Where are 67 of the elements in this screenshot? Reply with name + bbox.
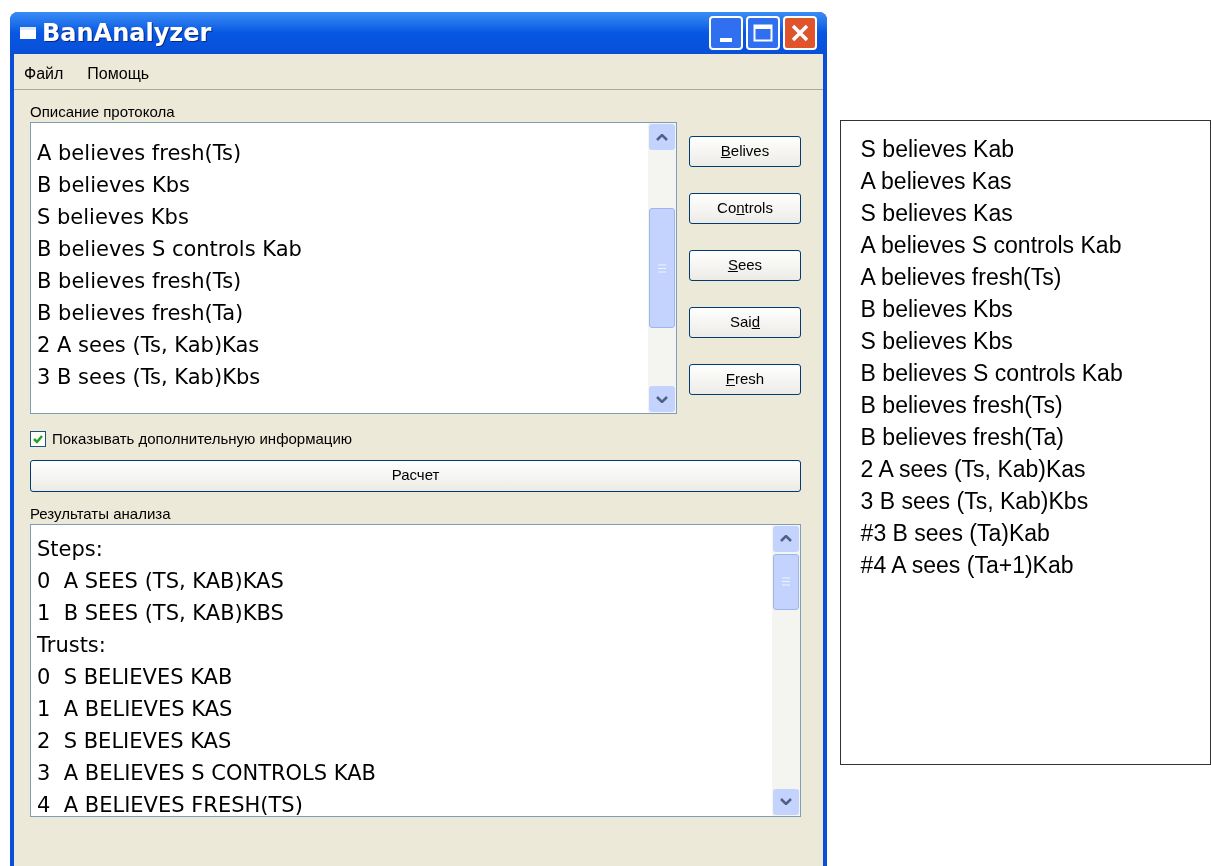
checkbox[interactable] bbox=[30, 431, 46, 448]
list-item[interactable]: B believes fresh(Ta) bbox=[37, 297, 648, 329]
list-item[interactable]: 2 A sees (Ts, Kab)Kas bbox=[37, 329, 648, 361]
menu-item[interactable]: Файл bbox=[24, 61, 64, 86]
action-button[interactable]: Controls bbox=[689, 193, 801, 224]
action-button[interactable]: Said bbox=[689, 307, 801, 338]
window-title: BanAnalyzer bbox=[42, 18, 212, 49]
checkbox-label: Показывать дополнительную информацию bbox=[52, 429, 353, 449]
chevron-down-icon bbox=[656, 395, 668, 403]
scroll-down-button[interactable] bbox=[773, 788, 799, 815]
text-line: B believes S controls Kab bbox=[860, 359, 1124, 388]
text-line: S believes Kas bbox=[860, 199, 1014, 228]
scrollbar[interactable] bbox=[772, 524, 800, 816]
result-line: 4 A BELIEVES FRESH(TS) bbox=[37, 791, 304, 816]
close-icon bbox=[789, 23, 810, 43]
list-item[interactable]: A believes fresh(Ts) bbox=[37, 137, 648, 169]
text-line: B believes fresh(Ta) bbox=[860, 423, 1065, 452]
text-line: B believes fresh(Ts) bbox=[860, 391, 1064, 420]
scroll-down-button[interactable] bbox=[649, 386, 675, 412]
scroll-up-button[interactable] bbox=[773, 525, 799, 552]
text-line: #3 B sees (Ta)Kab bbox=[860, 519, 1051, 548]
text-line: #4 A sees (Ta+1)Kab bbox=[860, 551, 1075, 580]
result-line: 1 A BELIEVES KAS bbox=[37, 695, 234, 723]
chevron-up-icon bbox=[780, 535, 792, 542]
text-line: A believes S controls Kab bbox=[860, 231, 1123, 260]
action-button[interactable]: Sees bbox=[689, 250, 801, 281]
text-line: S believes Kab bbox=[860, 135, 1016, 164]
scrollbar[interactable] bbox=[648, 123, 676, 413]
list-item[interactable]: B believes S controls Kab bbox=[37, 233, 648, 265]
text-line: A believes fresh(Ts) bbox=[860, 263, 1063, 292]
list-item[interactable]: B believes fresh(Ts) bbox=[37, 265, 648, 297]
close-button[interactable] bbox=[782, 16, 817, 50]
text-line: A believes Kas bbox=[860, 167, 1013, 196]
window-icon bbox=[20, 27, 36, 39]
list-item[interactable]: S believes Kbs bbox=[37, 201, 648, 233]
grip-icon bbox=[782, 577, 790, 586]
maximize-button[interactable] bbox=[745, 16, 780, 50]
maximize-icon bbox=[752, 24, 773, 42]
text-line: B believes Kbs bbox=[860, 295, 1014, 324]
minimize-button[interactable] bbox=[708, 16, 743, 50]
result-line: 2 S BELIEVES KAS bbox=[37, 727, 233, 755]
result-line: 0 S BELIEVES KAB bbox=[37, 663, 234, 691]
scroll-up-button[interactable] bbox=[649, 124, 675, 150]
result-line: Trusts: bbox=[37, 631, 107, 659]
protocol-list[interactable]: A believes fresh(Ts) B believes Kbs S believes Kbs B believes S controls Kab B believes fresh(Ts) B believes fresh(Ta) 2 A sees (Ts, Kab)Kas 3 B sees (Ts, Kab)Kbs bbox=[30, 122, 677, 414]
scroll-thumb[interactable] bbox=[773, 553, 799, 610]
result-line: 3 A BELIEVES S CONTROLS KAB bbox=[37, 759, 377, 787]
chevron-down-icon bbox=[780, 798, 792, 805]
text-line: 3 B sees (Ts, Kab)Kbs bbox=[860, 487, 1090, 516]
result-line: Steps: bbox=[37, 535, 104, 563]
section-label: Результаты анализа bbox=[30, 503, 172, 524]
calculate-button[interactable]: Расчет bbox=[30, 459, 801, 492]
grip-icon bbox=[658, 263, 666, 273]
section-label: Описание протокола bbox=[30, 102, 176, 122]
results-box[interactable]: Steps: 0 A SEES (TS, KAB)KAS 1 B SEES (TS, KAB)KBS Trusts: 0 S BELIEVES KAB 1 A BELIEVES KAS 2 S BELIEVES KAS 3 A BELIEVES S CONTROLS KAB 4 A BELIEVES FRESH(TS) bbox=[30, 523, 801, 817]
list-item[interactable]: B believes Kbs bbox=[37, 169, 648, 201]
result-line: 1 B SEES (TS, KAB)KBS bbox=[37, 599, 285, 627]
action-button[interactable]: Belives bbox=[689, 136, 801, 167]
list-item[interactable]: 3 B sees (Ts, Kab)Kbs bbox=[37, 361, 648, 393]
text-line: 2 A sees (Ts, Kab)Kas bbox=[860, 455, 1087, 484]
chevron-up-icon bbox=[656, 133, 668, 141]
scroll-thumb[interactable] bbox=[649, 208, 675, 328]
result-line: 0 A SEES (TS, KAB)KAS bbox=[37, 567, 285, 595]
action-button[interactable]: Fresh bbox=[689, 364, 801, 395]
minimize-icon bbox=[719, 38, 732, 42]
menu-item[interactable]: Помощь bbox=[87, 61, 150, 86]
text-line: S believes Kbs bbox=[860, 327, 1014, 356]
